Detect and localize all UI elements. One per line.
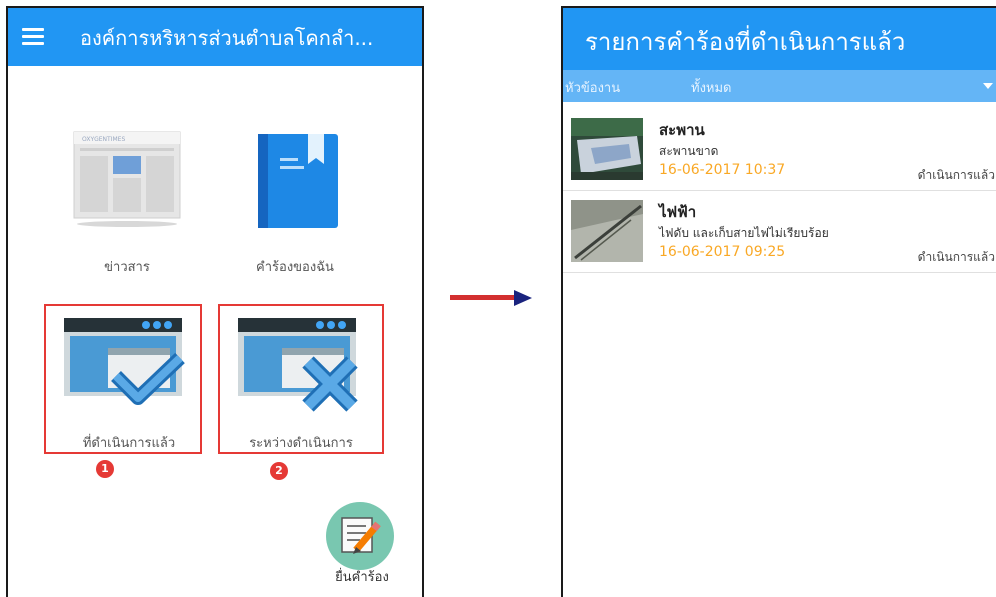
tile-label: ข่าวสาร (104, 260, 150, 275)
badge-2: 2 (270, 462, 288, 480)
item-date: 16-06-2017 09:25 (659, 244, 786, 260)
topic-filter[interactable]: หัวข้องาน ทั้งหมด (563, 70, 996, 102)
tile-label: ที่ดำเนินการแล้ว (82, 436, 176, 451)
submit-request-label: ยื่นคำร้อง (335, 570, 389, 585)
window-cross-icon (238, 318, 358, 412)
app-title: องค์การหริหารส่วนตำบลโคกลำ... (80, 26, 374, 50)
item-status: ดำเนินการแล้ว (917, 250, 995, 264)
page-title: รายการคำร้องที่ดำเนินการแล้ว (585, 28, 906, 56)
right-screen: รายการคำร้องที่ดำเนินการแล้ว หัวข้องาน ท… (561, 6, 996, 597)
menu-icon[interactable] (22, 28, 44, 45)
app-bar: องค์การหริหารส่วนตำบลโคกลำ... (8, 8, 422, 66)
app-bar: รายการคำร้องที่ดำเนินการแล้ว (563, 8, 996, 70)
filter-value: ทั้งหมด (691, 81, 732, 96)
arrow-right-icon (450, 290, 532, 306)
item-description: สะพานขาด (659, 144, 719, 158)
list-item[interactable]: สะพาน สะพานขาด 16-06-2017 10:37 ดำเนินกา… (563, 110, 996, 191)
item-title: สะพาน (659, 121, 705, 139)
power-line-photo-thumbnail (571, 200, 643, 262)
left-screen: องค์การหริหารส่วนตำบลโคกลำ... OXYGENTIME… (6, 6, 424, 597)
book-icon (258, 134, 338, 228)
bridge-photo-thumbnail (571, 118, 643, 180)
item-title: ไฟฟ้า (659, 203, 697, 221)
filter-label: หัวข้องาน (565, 81, 621, 96)
masthead-text: OXYGENTIMES (82, 136, 125, 143)
badge-1: 1 (96, 460, 114, 478)
item-date: 16-06-2017 10:37 (659, 162, 786, 178)
tile-label: ระหว่างดำเนินการ (249, 436, 353, 451)
tile-in-progress[interactable]: ระหว่างดำเนินการ (226, 314, 376, 454)
newspaper-icon: OXYGENTIMES (73, 131, 181, 227)
tile-label: คำร้องของฉัน (256, 260, 334, 275)
window-check-icon (64, 318, 185, 405)
item-status: ดำเนินการแล้ว (917, 168, 995, 182)
tile-news[interactable]: OXYGENTIMES ข่าวสาร (52, 128, 202, 278)
tile-my-requests[interactable]: คำร้องของฉัน (220, 128, 370, 278)
tile-completed[interactable]: ที่ดำเนินการแล้ว (48, 314, 198, 454)
dropdown-caret-icon[interactable] (983, 83, 993, 89)
list-item[interactable]: ไฟฟ้า ไฟดับ และเก็บสายไฟไม่เรียบร้อย 16-… (563, 192, 996, 273)
submit-request-button[interactable] (326, 502, 394, 570)
edit-note-icon (341, 517, 381, 554)
item-description: ไฟดับ และเก็บสายไฟไม่เรียบร้อย (659, 226, 829, 240)
